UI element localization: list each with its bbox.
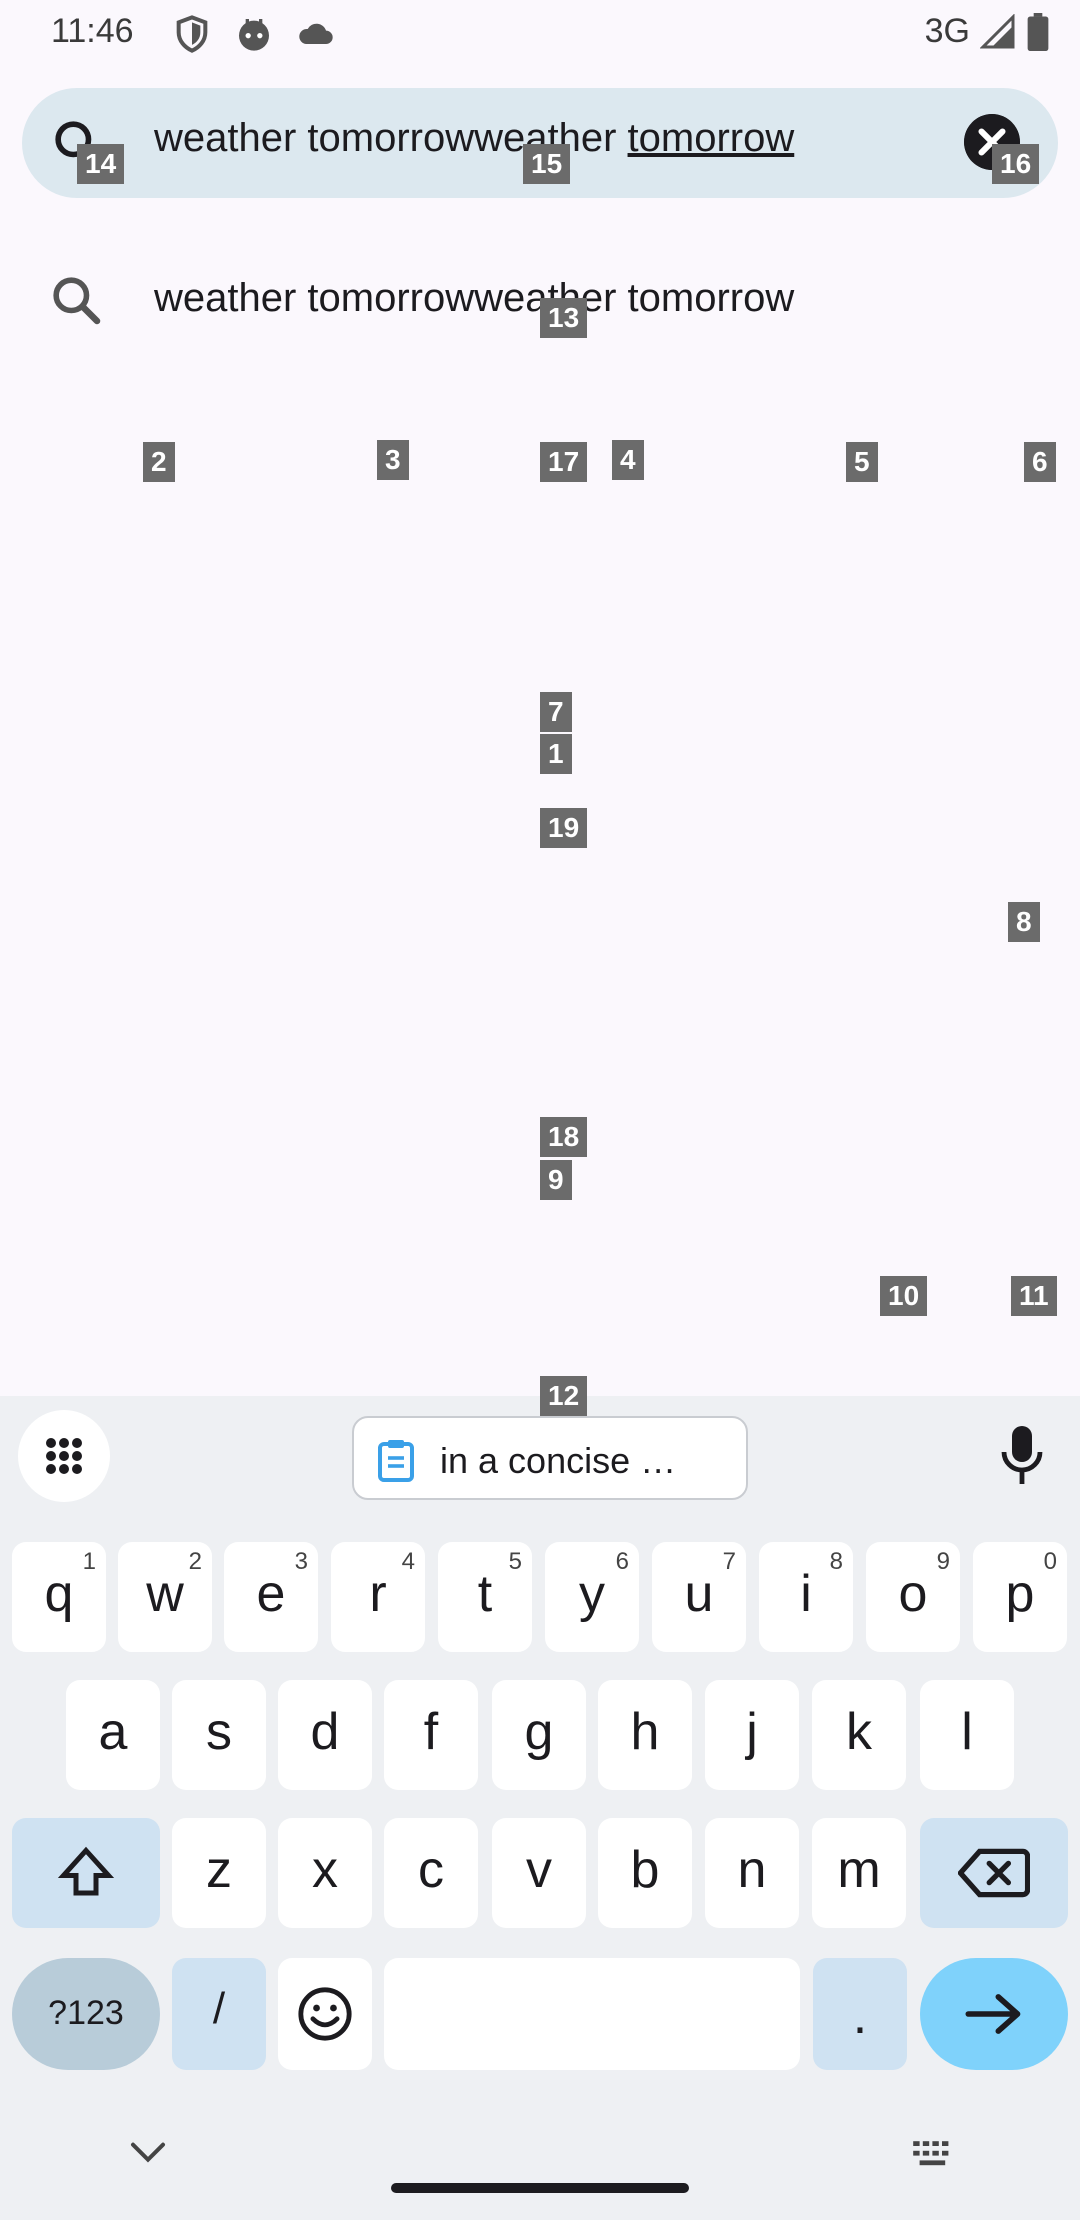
space-key[interactable] — [384, 1958, 800, 2070]
key-e[interactable]: e3 — [224, 1542, 318, 1652]
emoji-icon — [298, 1987, 352, 2041]
marker-5: 5 — [846, 442, 878, 482]
key-b[interactable]: b — [598, 1818, 692, 1928]
clipboard-suggestion-chip[interactable]: in a concise … — [352, 1416, 748, 1500]
search-icon — [53, 277, 101, 325]
arrow-right-icon — [965, 1994, 1021, 2034]
marker-3: 3 — [377, 440, 409, 480]
key-x[interactable]: x — [278, 1818, 372, 1928]
key-g[interactable]: g — [492, 1680, 586, 1790]
marker-6: 6 — [1024, 442, 1056, 482]
key-z[interactable]: z — [172, 1818, 266, 1928]
marker-15: 15 — [523, 144, 571, 184]
chevron-down-icon[interactable] — [128, 2138, 168, 2168]
status-time: 11:46 — [51, 12, 134, 50]
key-l[interactable]: l — [920, 1680, 1014, 1790]
key-d[interactable]: d — [278, 1680, 372, 1790]
key-i[interactable]: i8 — [759, 1542, 853, 1652]
key-t[interactable]: t5 — [438, 1542, 532, 1652]
key-n[interactable]: n — [705, 1818, 799, 1928]
symbols-key[interactable]: ?123 — [12, 1958, 160, 2070]
marker-16: 16 — [992, 144, 1040, 184]
key-k[interactable]: k — [812, 1680, 906, 1790]
key-q[interactable]: q1 — [12, 1542, 106, 1652]
key-a[interactable]: a — [66, 1680, 160, 1790]
shield-icon — [176, 15, 208, 53]
marker-9: 9 — [540, 1160, 572, 1200]
home-indicator[interactable] — [391, 2183, 689, 2193]
marker-2: 2 — [143, 442, 175, 482]
search-input[interactable]: weather tomorrowweather tomorrow — [154, 116, 794, 161]
suggestion-text: weather tomorrowweather tomorrow — [154, 276, 795, 320]
marker-19: 19 — [540, 808, 588, 848]
marker-13: 13 — [540, 298, 588, 338]
key-y[interactable]: y6 — [545, 1542, 639, 1652]
network-type: 3G — [924, 12, 970, 50]
signal-icon — [980, 13, 1015, 48]
enter-key[interactable] — [920, 1958, 1068, 2070]
marker-18: 18 — [540, 1117, 588, 1157]
keyboard-switch-icon[interactable] — [910, 2138, 958, 2170]
backspace-key[interactable] — [920, 1818, 1068, 1928]
shift-icon — [57, 1846, 115, 1896]
backspace-icon — [958, 1848, 1030, 1898]
marker-12: 12 — [540, 1376, 588, 1416]
key-h[interactable]: h — [598, 1680, 692, 1790]
key-p[interactable]: p0 — [973, 1542, 1067, 1652]
status-right: 3G — [925, 12, 1050, 51]
apps-grid-button[interactable] — [18, 1410, 110, 1502]
key-j[interactable]: j — [705, 1680, 799, 1790]
marker-4: 4 — [612, 440, 644, 480]
marker-7: 7 — [540, 692, 572, 732]
slash-key[interactable]: / — [172, 1958, 266, 2070]
cloud-icon — [299, 23, 333, 44]
android-face-icon — [239, 19, 269, 51]
key-o[interactable]: o9 — [866, 1542, 960, 1652]
key-c[interactable]: c — [384, 1818, 478, 1928]
key-s[interactable]: s — [172, 1680, 266, 1790]
marker-11: 11 — [1011, 1276, 1057, 1316]
key-v[interactable]: v — [492, 1818, 586, 1928]
search-query-composing: tomorrow — [627, 116, 795, 160]
battery-icon — [1027, 12, 1049, 51]
marker-10: 10 — [880, 1276, 928, 1316]
period-key[interactable]: . — [813, 1958, 907, 2070]
marker-8: 8 — [1008, 902, 1040, 942]
emoji-key[interactable] — [278, 1958, 372, 2070]
grid-icon — [46, 1438, 82, 1474]
key-u[interactable]: u7 — [652, 1542, 746, 1652]
key-f[interactable]: f — [384, 1680, 478, 1790]
key-w[interactable]: w2 — [118, 1542, 212, 1652]
microphone-icon[interactable] — [1000, 1424, 1044, 1488]
clipboard-icon — [378, 1440, 414, 1482]
status-bar: 11:46 3G — [0, 0, 1080, 66]
marker-1: 1 — [540, 734, 572, 774]
key-r[interactable]: r4 — [331, 1542, 425, 1652]
key-m[interactable]: m — [812, 1818, 906, 1928]
keyboard: in a concise … q1 w2 e3 r4 t5 y6 u7 i8 o… — [0, 1396, 1080, 2220]
shift-key[interactable] — [12, 1818, 160, 1928]
clipboard-chip-text: in a concise … — [440, 1440, 677, 1481]
marker-14: 14 — [77, 144, 125, 184]
marker-17: 17 — [540, 442, 588, 482]
